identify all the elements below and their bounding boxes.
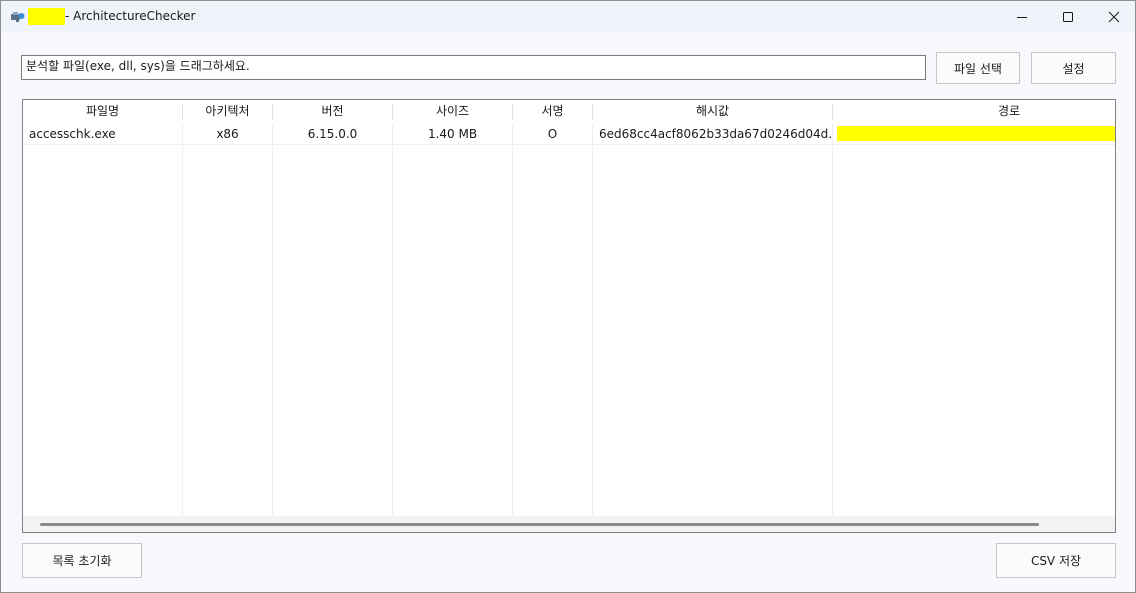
table-row[interactable]: accesschk.exe x86 6.15.0.0 1.40 MB O 6ed… <box>23 124 1115 144</box>
app-window: - ArchitectureChecker 분석할 파일(exe, dll, s… <box>0 0 1136 593</box>
file-drop-field[interactable]: 분석할 파일(exe, dll, sys)을 드래그하세요. <box>21 55 926 80</box>
settings-button[interactable]: 설정 <box>1031 52 1116 84</box>
select-file-button[interactable]: 파일 선택 <box>936 52 1020 84</box>
cell-version: 6.15.0.0 <box>307 127 358 141</box>
clear-list-button[interactable]: 목록 초기화 <box>22 543 142 578</box>
cell-hash: 6ed68cc4acf8062b33da67d0246d04d... <box>599 127 832 141</box>
close-icon <box>1108 11 1120 22</box>
cell-size: 1.40 MB <box>427 127 478 141</box>
title-redaction <box>28 8 65 25</box>
app-icon <box>11 12 25 22</box>
cell-signature: O <box>547 127 558 141</box>
grid-line <box>182 124 183 516</box>
scrollbar-thumb[interactable] <box>40 523 1039 526</box>
grid-line <box>272 124 273 516</box>
column-header-size[interactable]: 사이즈 <box>393 100 512 124</box>
list-header: 파일명 아키텍처 버전 사이즈 서명 해시값 경로 <box>23 100 1115 124</box>
column-header-hash[interactable]: 해시값 <box>593 100 832 124</box>
column-header-architecture[interactable]: 아키텍처 <box>183 100 272 124</box>
maximize-icon <box>1063 11 1073 22</box>
cell-architecture: x86 <box>216 127 239 141</box>
title-bar[interactable]: - ArchitectureChecker <box>1 1 1135 32</box>
grid-line <box>392 124 393 516</box>
column-header-path[interactable]: 경로 <box>833 100 1115 124</box>
column-header-version[interactable]: 버전 <box>273 100 392 124</box>
grid-line <box>512 124 513 516</box>
file-list-view[interactable]: 파일명 아키텍처 버전 사이즈 서명 해시값 경로 accesschk.exe … <box>22 99 1116 533</box>
column-header-signature[interactable]: 서명 <box>513 100 592 124</box>
row-divider <box>23 144 1115 145</box>
grid-line <box>832 124 833 516</box>
maximize-button[interactable] <box>1045 1 1091 32</box>
horizontal-scrollbar[interactable] <box>23 516 1115 532</box>
minimize-button[interactable] <box>999 1 1045 32</box>
cell-path-redaction <box>837 126 1115 141</box>
close-button[interactable] <box>1091 1 1135 32</box>
grid-line <box>592 124 593 516</box>
column-header-filename[interactable]: 파일명 <box>23 100 182 124</box>
csv-save-button[interactable]: CSV 저장 <box>996 543 1116 578</box>
cell-filename: accesschk.exe <box>29 127 116 141</box>
minimize-icon <box>1017 16 1027 18</box>
window-title: - ArchitectureChecker <box>65 9 196 23</box>
